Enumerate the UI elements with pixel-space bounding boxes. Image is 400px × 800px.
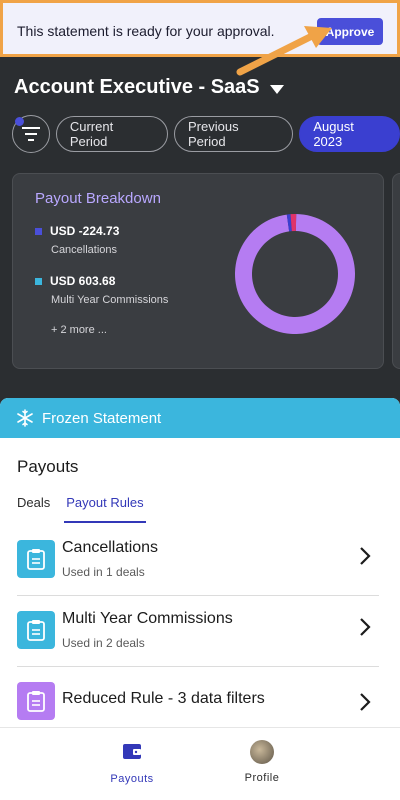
- period-filters: Current Period Previous Period August 20…: [12, 115, 400, 153]
- filter-icon: [21, 127, 40, 141]
- nav-label: Payouts: [110, 773, 154, 785]
- payout-tabs: Deals Payout Rules: [17, 495, 146, 523]
- rule-row-cancellations[interactable]: Cancellations Used in 1 deals: [0, 526, 400, 596]
- rule-usage: Used in 2 deals: [62, 636, 145, 650]
- divider: [17, 595, 379, 596]
- page-title: Account Executive - SaaS: [14, 76, 260, 98]
- clipboard-icon: [17, 540, 55, 578]
- donut-segment: [235, 214, 355, 334]
- divider: [17, 666, 379, 667]
- wallet-icon: [123, 744, 141, 759]
- legend-item: USD -224.73 Cancellations: [35, 224, 119, 256]
- pill-current-period[interactable]: Current Period: [55, 116, 168, 152]
- filter-indicator-dot: [15, 117, 24, 126]
- rule-row-multi-year-commissions[interactable]: Multi Year Commissions Used in 2 deals: [0, 597, 400, 667]
- section-title: Payouts: [17, 457, 79, 476]
- avatar: [250, 740, 274, 764]
- legend-label: Multi Year Commissions: [51, 294, 169, 306]
- pointer-arrow-icon: [236, 26, 332, 76]
- role-selector[interactable]: Account Executive - SaaS: [14, 76, 284, 99]
- chevron-right-icon: [360, 547, 371, 565]
- chevron-right-icon: [360, 618, 371, 636]
- more-link[interactable]: + 2 more ...: [51, 324, 107, 336]
- caret-down-icon: [269, 84, 284, 94]
- rule-name: Multi Year Commissions: [62, 610, 233, 627]
- legend-label: Cancellations: [51, 244, 118, 256]
- nav-profile[interactable]: Profile: [222, 740, 302, 784]
- payout-donut-chart: [235, 214, 355, 334]
- rule-usage: Used in 1 deals: [62, 565, 145, 579]
- rule-name: Reduced Rule - 3 data filters: [62, 690, 265, 707]
- legend-value: USD -224.73: [50, 224, 120, 238]
- tab-payout-rules[interactable]: Payout Rules: [64, 495, 146, 523]
- pill-previous-period[interactable]: Previous Period: [173, 116, 294, 152]
- rule-name: Cancellations: [62, 539, 159, 556]
- legend-swatch: [35, 227, 42, 235]
- clipboard-icon: [17, 611, 55, 649]
- bottom-navigation: Payouts Profile: [0, 727, 400, 800]
- nav-payouts[interactable]: Payouts: [92, 740, 172, 785]
- frozen-statement-label: Frozen Statement: [42, 409, 162, 427]
- snowflake-icon: [17, 409, 33, 427]
- legend-value: USD 603.68: [50, 274, 116, 288]
- filter-button[interactable]: [12, 115, 50, 153]
- tab-deals[interactable]: Deals: [17, 495, 50, 523]
- card-title: Payout Breakdown: [35, 190, 161, 207]
- clipboard-icon: [17, 682, 55, 720]
- payout-breakdown-card[interactable]: Payout Breakdown USD -224.73 Cancellatio…: [12, 173, 384, 369]
- chevron-right-icon: [360, 693, 371, 711]
- legend-swatch: [35, 277, 42, 285]
- nav-label: Profile: [244, 772, 280, 784]
- legend-item: USD 603.68 Multi Year Commissions: [35, 274, 168, 306]
- pill-august-2023[interactable]: August 2023: [299, 116, 400, 152]
- next-card-peek[interactable]: [392, 173, 400, 369]
- frozen-statement-bar: Frozen Statement: [0, 398, 400, 438]
